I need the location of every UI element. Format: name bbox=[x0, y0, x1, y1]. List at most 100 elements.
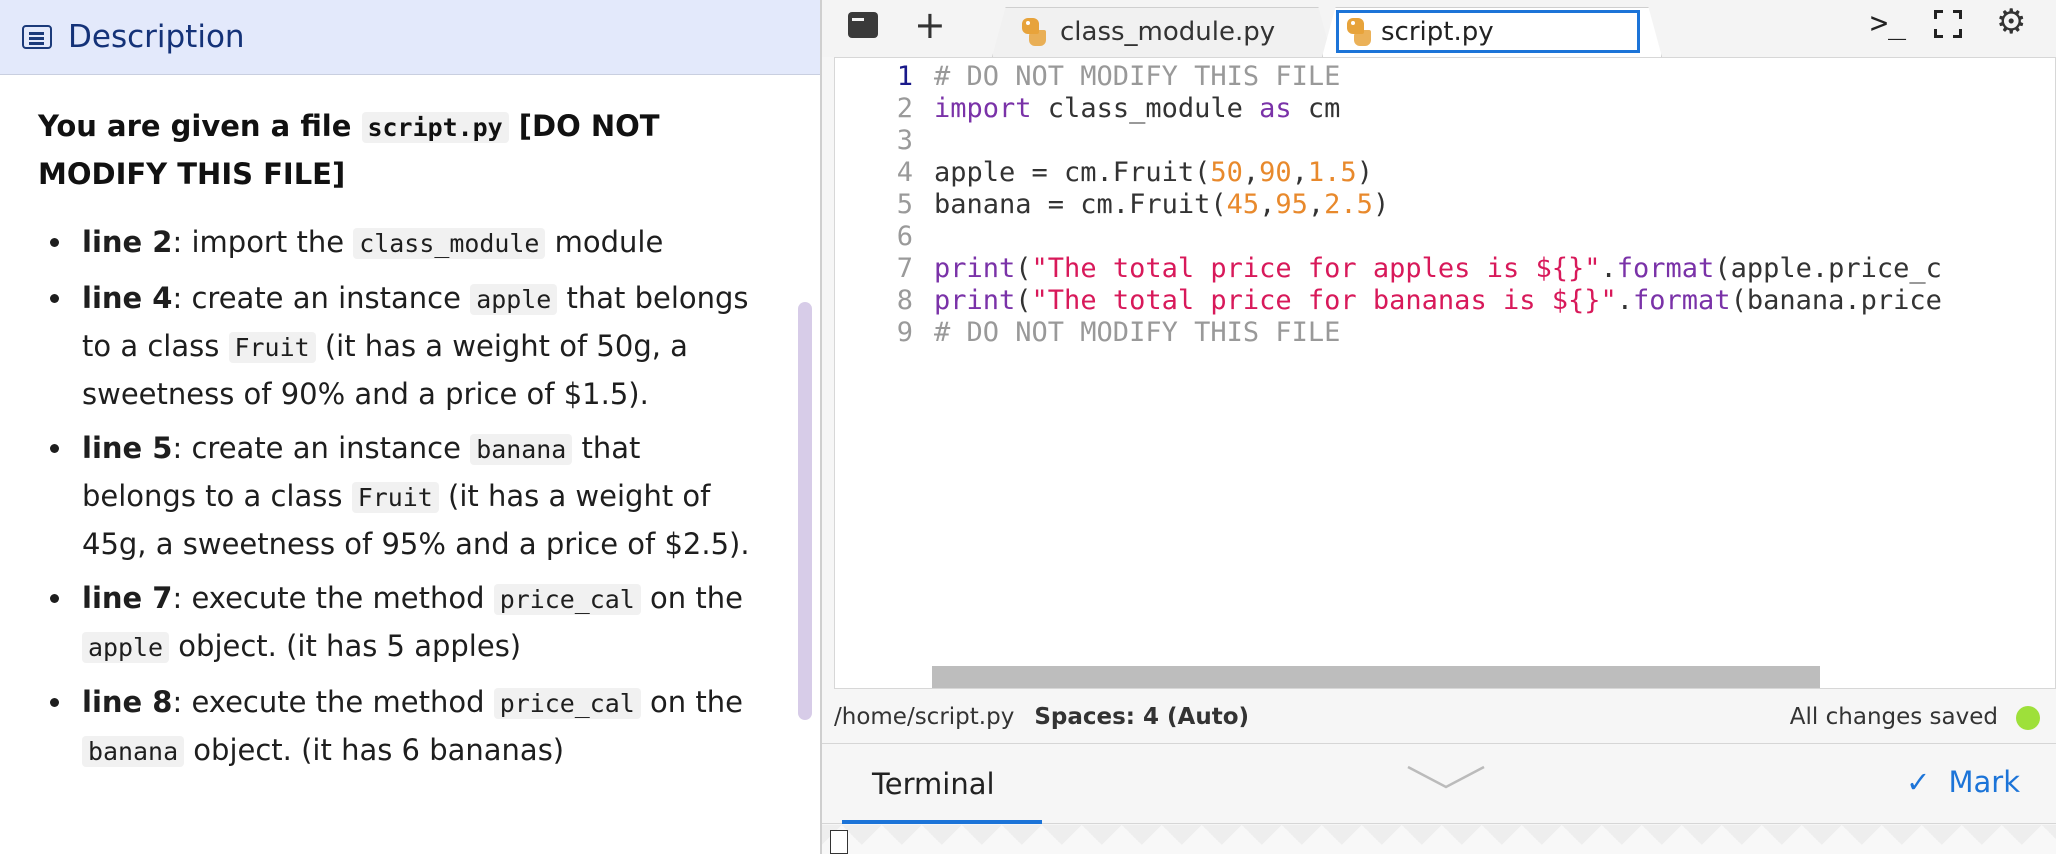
tab-label: class_module.py bbox=[1060, 17, 1276, 47]
code-token: ) bbox=[1356, 157, 1373, 188]
terminal-toggle-icon[interactable] bbox=[848, 12, 878, 38]
save-status-indicator-icon bbox=[2016, 706, 2040, 730]
instruction-list: line 2: import the class_module module li… bbox=[38, 219, 758, 775]
python-icon bbox=[1020, 18, 1048, 46]
code-line[interactable]: print("The total price for apples is ${}… bbox=[934, 253, 1942, 284]
instruction-item: line 4: create an instance apple that be… bbox=[50, 275, 758, 417]
tab-rename-input[interactable]: script.py bbox=[1336, 10, 1640, 53]
inline-code: Fruit bbox=[351, 482, 439, 513]
check-icon: ✓ bbox=[1906, 765, 1931, 799]
mark-label: Mark bbox=[1948, 765, 2020, 799]
horizontal-scrollbar[interactable] bbox=[932, 666, 1820, 688]
heading-prefix: You are given a file bbox=[38, 109, 362, 143]
ide-panel: + class_module.py script.py >_ ⚙ 1234567… bbox=[822, 0, 2056, 854]
code-token: ) bbox=[1372, 189, 1390, 220]
description-icon bbox=[22, 25, 52, 49]
line-number-gutter: 123456789 bbox=[835, 58, 913, 688]
code-token: cm bbox=[1291, 93, 1341, 124]
code-token: import bbox=[934, 93, 1032, 124]
inline-code: price_cal bbox=[493, 688, 641, 719]
console-icon[interactable]: >_ bbox=[1870, 6, 1906, 41]
inline-code: Fruit bbox=[228, 332, 316, 363]
code-line[interactable]: # DO NOT MODIFY THIS FILE bbox=[934, 317, 1340, 348]
instruction-text: : create an instance bbox=[172, 431, 471, 465]
tab-class-module[interactable]: class_module.py bbox=[992, 7, 1332, 57]
instruction-item: line 7: execute the method price_cal on … bbox=[50, 575, 758, 671]
tab-bar: + class_module.py script.py >_ ⚙ bbox=[822, 0, 2056, 57]
code-token: . bbox=[1616, 285, 1634, 316]
fullscreen-icon[interactable] bbox=[1934, 10, 1962, 38]
code-token: "The total price for apples is ${}" bbox=[1031, 253, 1601, 284]
code-token: as bbox=[1259, 93, 1292, 124]
mark-button[interactable]: ✓ Mark bbox=[1906, 765, 2020, 799]
instruction-text: on the bbox=[640, 685, 743, 719]
instruction-text: module bbox=[545, 225, 664, 259]
code-editor[interactable]: 123456789 # DO NOT MODIFY THIS FILE impor… bbox=[834, 57, 2056, 689]
instruction-item: line 2: import the class_module module bbox=[50, 219, 758, 267]
description-scrollbar[interactable] bbox=[798, 302, 812, 720]
code-line[interactable]: banana = cm.Fruit(45,95,2.5) bbox=[934, 189, 1389, 220]
code-token: , bbox=[1307, 189, 1325, 220]
instruction-line-ref: line 2 bbox=[82, 225, 173, 259]
heading-file: script.py bbox=[361, 112, 509, 143]
instruction-text: : import the bbox=[172, 225, 354, 259]
instruction-text: object. (it has 6 bananas) bbox=[184, 733, 565, 767]
terminal-tab-underline bbox=[842, 820, 1042, 824]
inline-code: apple bbox=[470, 284, 558, 315]
instruction-item: line 5: create an instance banana that b… bbox=[50, 425, 758, 567]
code-token: banana = cm.Fruit( bbox=[934, 189, 1227, 220]
terminal-output[interactable] bbox=[822, 825, 2056, 854]
description-header: Description bbox=[0, 0, 820, 75]
line-number: 6 bbox=[896, 221, 913, 252]
instruction-text: : execute the method bbox=[172, 685, 494, 719]
tab-terminal[interactable]: Terminal bbox=[872, 767, 995, 801]
code-token: . bbox=[1600, 253, 1617, 284]
code-token: 45 bbox=[1226, 189, 1260, 220]
line-number: 7 bbox=[896, 253, 913, 284]
code-token: (apple.price_c bbox=[1714, 253, 1942, 284]
code-line[interactable]: # DO NOT MODIFY THIS FILE bbox=[934, 61, 1340, 92]
code-token: 1.5 bbox=[1307, 157, 1357, 188]
code-token: print bbox=[934, 285, 1016, 316]
terminal-bar: Terminal ✓ Mark bbox=[822, 745, 2056, 824]
code-line[interactable]: import class_module as cm bbox=[934, 93, 1340, 124]
code-token: 95 bbox=[1275, 189, 1308, 220]
instruction-text: : create an instance bbox=[172, 281, 471, 315]
line-number: 5 bbox=[896, 189, 913, 220]
chevron-down-icon[interactable] bbox=[1406, 765, 1486, 789]
line-number: 4 bbox=[896, 157, 913, 188]
code-token: # DO NOT MODIFY THIS FILE bbox=[934, 61, 1341, 92]
instruction-line-ref: line 7 bbox=[82, 581, 173, 615]
code-area[interactable]: # DO NOT MODIFY THIS FILE import class_mo… bbox=[934, 58, 2055, 688]
instruction-text: on the bbox=[640, 581, 743, 615]
code-token: print bbox=[934, 253, 1016, 284]
code-token: format bbox=[1616, 253, 1715, 284]
description-content: You are given a file script.py [DO NOT M… bbox=[0, 75, 820, 775]
inline-code: class_module bbox=[353, 228, 546, 259]
code-token: class_module bbox=[1031, 93, 1260, 124]
indentation-setting[interactable]: Spaces: 4 (Auto) bbox=[1034, 704, 1249, 730]
instruction-line-ref: line 8 bbox=[82, 685, 173, 719]
code-line[interactable]: print("The total price for bananas is ${… bbox=[934, 285, 1942, 316]
file-path: /home/script.py bbox=[834, 703, 1015, 730]
code-token: 50 bbox=[1210, 157, 1243, 188]
instruction-text: object. (it has 5 apples) bbox=[169, 629, 522, 663]
code-token: (banana.price bbox=[1730, 285, 1942, 316]
settings-gear-icon[interactable]: ⚙ bbox=[1996, 2, 2026, 42]
code-token: , bbox=[1291, 157, 1308, 188]
line-number: 3 bbox=[896, 125, 913, 156]
description-heading: You are given a file script.py [DO NOT M… bbox=[38, 103, 678, 197]
code-token: 2.5 bbox=[1324, 189, 1373, 220]
status-bar: /home/script.py Spaces: 4 (Auto) All cha… bbox=[822, 690, 2056, 744]
instruction-line-ref: line 5 bbox=[82, 431, 173, 465]
inline-code: apple bbox=[82, 632, 170, 663]
code-token: 90 bbox=[1259, 157, 1292, 188]
code-token: , bbox=[1259, 189, 1276, 220]
code-token: ( bbox=[1015, 285, 1032, 316]
description-title: Description bbox=[68, 19, 245, 55]
code-token: # DO NOT MODIFY THIS FILE bbox=[934, 317, 1341, 348]
inline-code: price_cal bbox=[493, 584, 641, 615]
code-token: ( bbox=[1015, 253, 1032, 284]
new-tab-button[interactable]: + bbox=[914, 6, 946, 44]
code-line[interactable]: apple = cm.Fruit(50,90,1.5) bbox=[934, 157, 1373, 188]
